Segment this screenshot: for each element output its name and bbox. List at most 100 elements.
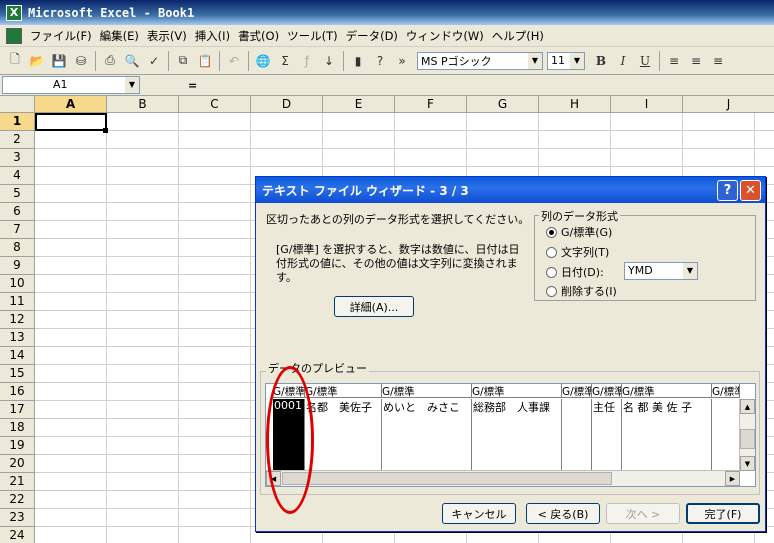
name-box[interactable]: A1 ▼ (2, 76, 140, 94)
menu-help[interactable]: ヘルプ(H) (488, 28, 548, 44)
help-icon[interactable]: ? (717, 180, 738, 201)
bold-button[interactable]: B (591, 51, 611, 71)
scroll-up-icon[interactable]: ▲ (740, 399, 755, 414)
hyperlink-icon[interactable]: 🌐 (253, 51, 273, 71)
font-name-select[interactable]: MS Pゴシック ▼ (417, 51, 543, 70)
scroll-right-icon[interactable]: ▶ (725, 471, 740, 486)
preview-column-header[interactable]: G/標準 (622, 384, 712, 398)
row-header-3[interactable]: 3 (0, 149, 35, 167)
column-header-g[interactable]: G (467, 96, 539, 113)
copy-icon[interactable]: ⧉ (173, 51, 193, 71)
column-header-c[interactable]: C (179, 96, 251, 113)
column-header-b[interactable]: B (107, 96, 179, 113)
row-header-10[interactable]: 10 (0, 275, 35, 293)
finish-button[interactable]: 完了(F) (686, 503, 760, 524)
undo-icon[interactable]: ↶ (224, 51, 244, 71)
row-header-5[interactable]: 5 (0, 185, 35, 203)
preview-vertical-scrollbar[interactable]: ▲ ▼ (739, 399, 755, 471)
preview-cell[interactable]: 名都 美佐子 (305, 399, 382, 471)
row-header-14[interactable]: 14 (0, 347, 35, 365)
radio-date[interactable]: 日付(D): (546, 264, 604, 280)
preview-column-header[interactable]: G/標準 (382, 384, 472, 398)
row-header-17[interactable]: 17 (0, 401, 35, 419)
dialog-title-bar[interactable]: テキスト ファイル ウィザード - 3 / 3 ? ✕ (256, 177, 765, 203)
radio-skip[interactable]: 削除する(I) (546, 283, 617, 299)
row-header-16[interactable]: 16 (0, 383, 35, 401)
vertical-scroll-thumb[interactable] (740, 429, 755, 449)
column-header-j[interactable]: J (683, 96, 774, 113)
row-header-11[interactable]: 11 (0, 293, 35, 311)
menu-view[interactable]: 表示(V) (143, 28, 191, 44)
row-header-20[interactable]: 20 (0, 455, 35, 473)
autosum-icon[interactable]: Σ (275, 51, 295, 71)
chevron-down-icon[interactable]: ▼ (528, 52, 542, 69)
scroll-down-icon[interactable]: ▼ (740, 456, 755, 471)
preview-cell[interactable] (712, 399, 740, 471)
spelling-icon[interactable]: ✓ (144, 51, 164, 71)
preview-column-header[interactable]: G/標準 (712, 384, 740, 398)
preview-cell[interactable] (562, 399, 592, 471)
align-right-icon[interactable]: ≡ (708, 51, 728, 71)
font-size-select[interactable]: 11 ▼ (547, 51, 585, 70)
menu-edit[interactable]: 編集(E) (96, 28, 143, 44)
sort-ascending-icon[interactable]: ↓ (319, 51, 339, 71)
menu-format[interactable]: 書式(O) (234, 28, 283, 44)
close-icon[interactable]: ✕ (740, 180, 761, 201)
column-header-h[interactable]: H (539, 96, 611, 113)
permission-icon[interactable]: ⛁ (71, 51, 91, 71)
new-document-icon[interactable]: 🗋 (5, 51, 25, 71)
menu-insert[interactable]: 挿入(I) (191, 28, 234, 44)
row-header-2[interactable]: 2 (0, 131, 35, 149)
row-header-23[interactable]: 23 (0, 509, 35, 527)
preview-cell[interactable]: 主任 (592, 399, 622, 471)
data-preview-pane[interactable]: G/標準 G/標準 G/標準 G/標準 G/標準 G/標準 G/標準 G/標準 … (265, 383, 756, 487)
row-header-18[interactable]: 18 (0, 419, 35, 437)
date-format-select[interactable]: YMD ▼ (624, 262, 698, 280)
column-header-d[interactable]: D (251, 96, 323, 113)
row-header-12[interactable]: 12 (0, 311, 35, 329)
row-header-8[interactable]: 8 (0, 239, 35, 257)
preview-column-header[interactable]: G/標準 (472, 384, 562, 398)
function-icon[interactable]: ƒ (297, 51, 317, 71)
menu-file[interactable]: ファイル(F) (26, 28, 96, 44)
align-left-icon[interactable]: ≡ (664, 51, 684, 71)
row-header-24[interactable]: 24 (0, 527, 35, 543)
column-header-a[interactable]: A (35, 96, 107, 113)
preview-column-header[interactable]: G/標準 (562, 384, 592, 398)
toolbar-options-icon[interactable]: » (392, 51, 412, 71)
chevron-down-icon[interactable]: ▼ (125, 77, 139, 93)
preview-column-header[interactable]: G/標準 (305, 384, 382, 398)
underline-button[interactable]: U (635, 51, 655, 71)
radio-text[interactable]: 文字列(T) (546, 244, 609, 260)
column-header-e[interactable]: E (323, 96, 395, 113)
menu-window[interactable]: ウィンドウ(W) (402, 28, 488, 44)
workbook-icon[interactable] (6, 27, 22, 44)
row-header-22[interactable]: 22 (0, 491, 35, 509)
preview-column-header[interactable]: G/標準 (592, 384, 622, 398)
preview-cell[interactable]: 総務部 人事課 (472, 399, 562, 471)
preview-cell[interactable]: 名 都 美 佐 子 (622, 399, 712, 471)
row-header-7[interactable]: 7 (0, 221, 35, 239)
next-button[interactable]: 次へ > (606, 503, 680, 524)
row-header-4[interactable]: 4 (0, 167, 35, 185)
row-header-6[interactable]: 6 (0, 203, 35, 221)
print-preview-icon[interactable]: 🔍 (122, 51, 142, 71)
preview-horizontal-scrollbar[interactable]: ◀ ▶ (266, 470, 740, 486)
row-header-9[interactable]: 9 (0, 257, 35, 275)
column-header-f[interactable]: F (395, 96, 467, 113)
row-header-13[interactable]: 13 (0, 329, 35, 347)
select-all-corner[interactable] (0, 96, 35, 113)
row-header-15[interactable]: 15 (0, 365, 35, 383)
chart-wizard-icon[interactable]: ▮ (348, 51, 368, 71)
chevron-down-icon[interactable]: ▼ (683, 263, 697, 279)
advanced-button[interactable]: 詳細(A)... (334, 296, 414, 317)
print-icon[interactable]: ⎙ (100, 51, 120, 71)
row-header-21[interactable]: 21 (0, 473, 35, 491)
save-icon[interactable]: 💾 (49, 51, 69, 71)
row-header-1[interactable]: 1 (0, 113, 35, 131)
active-cell-a1[interactable] (35, 113, 107, 131)
radio-general-indicator[interactable] (546, 226, 557, 238)
row-header-19[interactable]: 19 (0, 437, 35, 455)
paste-icon[interactable]: 📋 (195, 51, 215, 71)
radio-general[interactable]: G/標準(G) (546, 224, 612, 240)
